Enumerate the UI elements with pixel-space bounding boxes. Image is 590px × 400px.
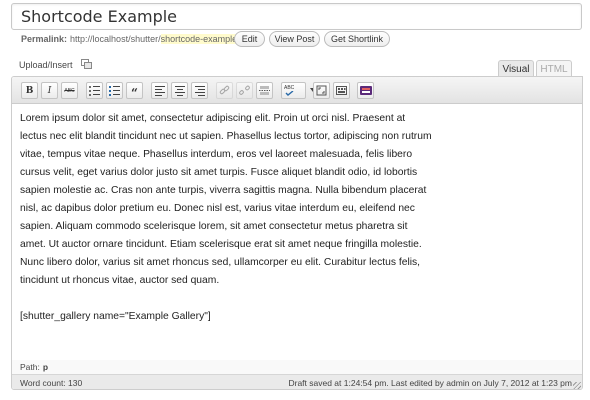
- draft-status: Draft saved at 1:24:54 pm. Last edited b…: [288, 378, 572, 388]
- fullscreen-button[interactable]: [313, 82, 330, 99]
- strikethrough-button[interactable]: ABC: [61, 82, 78, 99]
- word-count-value: 130: [68, 378, 83, 388]
- insert-link-button[interactable]: [216, 82, 233, 99]
- path-label: Path:: [20, 362, 40, 372]
- tab-visual[interactable]: Visual: [498, 60, 534, 77]
- content-line: sapien molestie ac. Cras non ante turpis…: [20, 185, 427, 196]
- align-right-icon: [194, 85, 205, 96]
- content-line: nisl, ac dapibus dolor pretium eu. Donec…: [20, 203, 415, 214]
- shutter-gallery-button[interactable]: [357, 82, 374, 99]
- numbered-list-icon: [109, 86, 120, 96]
- italic-icon: I: [47, 85, 52, 96]
- permalink-slug[interactable]: shortcode-example: [160, 34, 238, 44]
- content-line: sapien. Aliquam commodo scelerisque lore…: [20, 221, 408, 232]
- post-title-text: Shortcode Example: [21, 7, 178, 26]
- link-icon: [219, 85, 230, 95]
- post-title-input[interactable]: Shortcode Example: [11, 3, 582, 30]
- word-count: Word count: 130: [20, 378, 82, 388]
- align-center-icon: [174, 85, 185, 96]
- post-editor: B I ABC “ ABC Lorem ipsum dolor sit amet…: [11, 76, 583, 390]
- bold-button[interactable]: B: [21, 82, 38, 99]
- word-count-label: Word count:: [20, 378, 66, 388]
- add-media-icon[interactable]: [80, 59, 93, 70]
- upload-insert-label: Upload/Insert: [19, 59, 73, 70]
- content-line: cursus velit, eget varius dolor justo si…: [20, 167, 418, 178]
- permalink-label: Permalink:: [21, 34, 68, 44]
- edit-permalink-button[interactable]: Edit: [234, 31, 265, 47]
- content-line: amet. Ut auctor ornare tincidunt. Etiam …: [20, 239, 422, 250]
- permalink-base-url: http://localhost/shutter/: [70, 34, 161, 44]
- kitchen-sink-button[interactable]: [333, 82, 350, 99]
- gallery-shortcode: [shutter_gallery name="Example Gallery"]: [20, 311, 211, 322]
- gallery-shortcode-icon: [359, 86, 372, 95]
- align-center-button[interactable]: [171, 82, 188, 99]
- align-left-icon: [154, 85, 165, 96]
- unlink-button[interactable]: [236, 82, 253, 99]
- content-line: Nunc libero dolor, varius sit amet rhonc…: [20, 257, 421, 268]
- bold-icon: B: [25, 85, 34, 96]
- content-line: vitae, tempus vitae neque. Phasellus int…: [20, 149, 413, 160]
- view-post-button[interactable]: View Post: [269, 31, 320, 47]
- insert-more-button[interactable]: [256, 82, 273, 99]
- fullscreen-icon: [316, 85, 327, 96]
- spellcheck-icon: ABC: [284, 85, 294, 96]
- tab-html[interactable]: HTML: [536, 60, 572, 77]
- italic-button[interactable]: I: [41, 82, 58, 99]
- bullet-list-button[interactable]: [86, 82, 103, 99]
- get-shortlink-button[interactable]: Get Shortlink: [324, 31, 390, 47]
- align-left-button[interactable]: [151, 82, 168, 99]
- strikethrough-icon: ABC: [64, 87, 75, 94]
- bullet-list-icon: [89, 86, 100, 96]
- permalink-row: Permalink: http://localhost/shutter/shor…: [21, 31, 240, 47]
- resize-handle-icon[interactable]: [573, 382, 581, 389]
- numbered-list-button[interactable]: [106, 82, 123, 99]
- path-element-link[interactable]: p: [43, 362, 48, 372]
- editor-content[interactable]: Lorem ipsum dolor sit amet, consectetur …: [20, 110, 576, 326]
- content-paragraph: Lorem ipsum dolor sit amet, consectetur …: [20, 110, 576, 290]
- element-path: Path: p: [12, 360, 582, 374]
- kitchen-sink-icon: [336, 86, 347, 95]
- media-buttons: Upload/Insert: [19, 59, 93, 70]
- content-line: tincidunt ut rhoncus vitae, auctor sed q…: [20, 275, 220, 286]
- post-status-info: Word count: 130 Draft saved at 1:24:54 p…: [12, 374, 582, 389]
- spellcheck-button[interactable]: ABC: [281, 82, 306, 99]
- blockquote-icon: “: [131, 85, 138, 100]
- align-right-button[interactable]: [191, 82, 208, 99]
- unlink-icon: [239, 85, 250, 95]
- more-tag-icon: [259, 86, 270, 95]
- editor-toolbar: B I ABC “ ABC: [12, 77, 582, 104]
- blockquote-button[interactable]: “: [126, 82, 143, 100]
- content-line: Lorem ipsum dolor sit amet, consectetur …: [20, 113, 406, 124]
- content-line: lectus nec elit blandit tincidunt nec ut…: [20, 131, 432, 142]
